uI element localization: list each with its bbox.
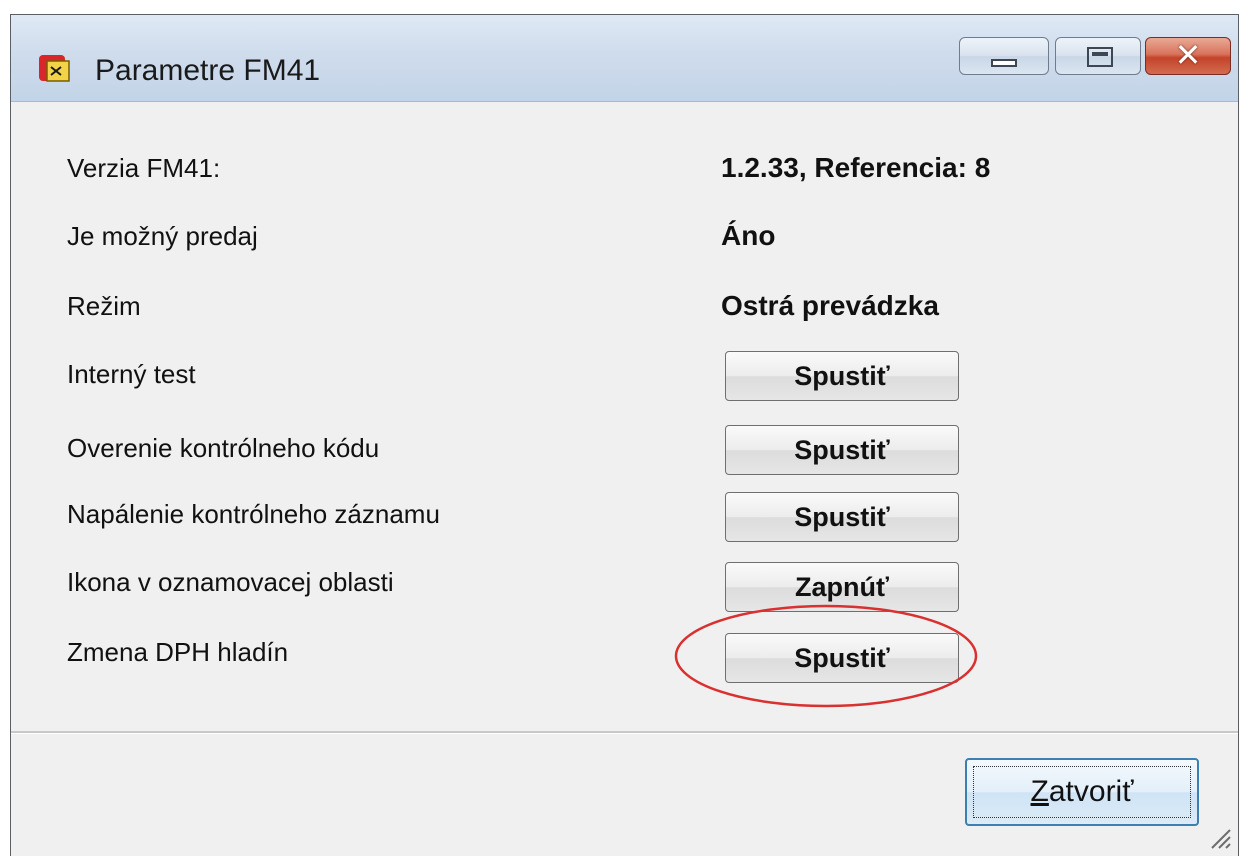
tray-icon-label: Ikona v oznamovacej oblasti [67, 567, 394, 597]
title-bar[interactable]: Parametre FM41 ✕ [11, 15, 1238, 102]
tray-icon-toggle-button[interactable]: Zapnúť [725, 562, 959, 612]
close-dialog-label-rest: atvoriť [1048, 775, 1134, 808]
dialog-window: Parametre FM41 ✕ Verzia FM41: 1.2.33, Re… [10, 14, 1239, 856]
control-record-burn-run-button[interactable]: Spustiť [725, 492, 959, 542]
window-title: Parametre FM41 [95, 54, 321, 87]
sale-possible-label: Je možný predaj [67, 221, 258, 251]
app-icon [39, 55, 70, 82]
parameters-panel: Verzia FM41: 1.2.33, Referencia: 8 Je mo… [11, 102, 1238, 730]
resize-grip-icon[interactable] [1206, 824, 1232, 850]
close-accelerator-key: Z [1030, 775, 1049, 808]
control-code-check-label: Overenie kontrólneho kódu [67, 433, 380, 463]
close-icon: ✕ [1174, 36, 1202, 74]
maximize-button[interactable] [1055, 37, 1141, 75]
close-dialog-button[interactable]: Zatvoriť [965, 758, 1199, 826]
control-code-check-run-button[interactable]: Spustiť [725, 425, 959, 475]
internal-test-label: Interný test [67, 359, 196, 389]
minimize-button[interactable] [959, 37, 1049, 75]
control-record-burn-label: Napálenie kontrólneho záznamu [67, 499, 440, 529]
internal-test-run-button[interactable]: Spustiť [725, 351, 959, 401]
minimize-icon [991, 59, 1017, 67]
version-value: 1.2.33, Referencia: 8 [721, 152, 991, 183]
sale-possible-value: Áno [721, 220, 776, 251]
close-window-button[interactable]: ✕ [1145, 37, 1231, 75]
vat-change-label: Zmena DPH hladín [67, 637, 289, 667]
vat-change-run-button[interactable]: Spustiť [725, 633, 959, 683]
maximize-icon [1087, 47, 1113, 67]
mode-value: Ostrá prevádzka [721, 290, 939, 321]
mode-label: Režim [67, 291, 141, 321]
footer-separator [11, 731, 1238, 734]
version-label: Verzia FM41: [67, 153, 221, 183]
close-dialog-label: Zatvoriť [1031, 775, 1134, 808]
